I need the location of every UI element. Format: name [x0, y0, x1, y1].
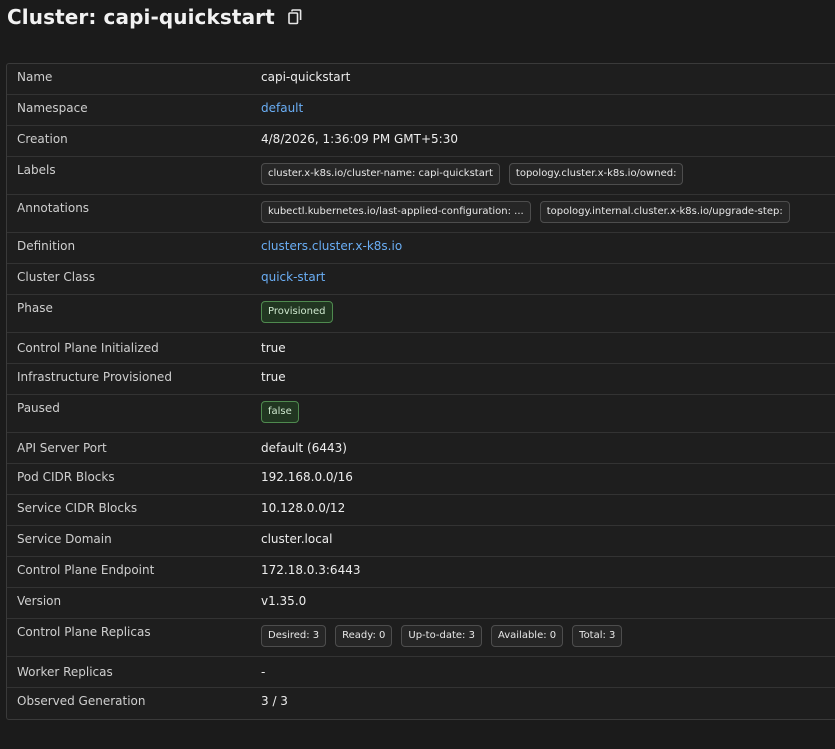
- details-table: Name capi-quickstart Namespace default C…: [6, 63, 835, 720]
- label-chip[interactable]: cluster.x-k8s.io/cluster-name: capi-quic…: [261, 163, 500, 185]
- row-service-cidr: Service CIDR Blocks 10.128.0.0/12: [7, 495, 835, 526]
- labels-label: Labels: [17, 163, 56, 177]
- control-plane-replicas-label: Control Plane Replicas: [17, 625, 151, 639]
- copy-icon[interactable]: [287, 9, 303, 25]
- row-service-domain: Service Domain cluster.local: [7, 526, 835, 557]
- api-server-port-label: API Server Port: [17, 441, 107, 455]
- row-infrastructure-provisioned: Infrastructure Provisioned true: [7, 364, 835, 395]
- annotations-label: Annotations: [17, 201, 90, 215]
- replicas-up-to-date-chip: Up-to-date: 3: [401, 625, 482, 647]
- definition-link[interactable]: clusters.cluster.x-k8s.io: [261, 239, 402, 253]
- row-control-plane-endpoint: Control Plane Endpoint 172.18.0.3:6443: [7, 557, 835, 588]
- paused-status-badge: false: [261, 401, 299, 423]
- row-pod-cidr: Pod CIDR Blocks 192.168.0.0/16: [7, 464, 835, 495]
- row-observed-generation: Observed Generation 3 / 3: [7, 688, 835, 719]
- creation-value: 4/8/2026, 1:36:09 PM GMT+5:30: [261, 132, 458, 146]
- annotation-chip[interactable]: kubectl.kubernetes.io/last-applied-confi…: [261, 201, 531, 223]
- control-plane-endpoint-label: Control Plane Endpoint: [17, 563, 155, 577]
- row-definition: Definition clusters.cluster.x-k8s.io: [7, 233, 835, 264]
- cluster-details-page: Cluster: capi-quickstart Name capi-quick…: [0, 0, 835, 749]
- control-plane-initialized-label: Control Plane Initialized: [17, 341, 159, 355]
- row-name: Name capi-quickstart: [7, 64, 835, 95]
- row-paused: Paused false: [7, 395, 835, 433]
- creation-label: Creation: [17, 132, 68, 146]
- name-value: capi-quickstart: [261, 70, 351, 84]
- row-labels: Labels cluster.x-k8s.io/cluster-name: ca…: [7, 157, 835, 195]
- row-worker-replicas: Worker Replicas -: [7, 657, 835, 688]
- phase-status-badge: Provisioned: [261, 301, 333, 323]
- pod-cidr-label: Pod CIDR Blocks: [17, 470, 115, 484]
- control-plane-endpoint-value: 172.18.0.3:6443: [261, 563, 361, 577]
- service-cidr-value: 10.128.0.0/12: [261, 501, 346, 515]
- row-control-plane-replicas: Control Plane Replicas Desired: 3 Ready:…: [7, 619, 835, 657]
- version-label: Version: [17, 594, 62, 608]
- version-value: v1.35.0: [261, 594, 307, 608]
- namespace-link[interactable]: default: [261, 101, 303, 115]
- row-namespace: Namespace default: [7, 95, 835, 126]
- phase-label: Phase: [17, 301, 53, 315]
- row-cluster-class: Cluster Class quick-start: [7, 264, 835, 295]
- replicas-ready-chip: Ready: 0: [335, 625, 393, 647]
- service-domain-label: Service Domain: [17, 532, 112, 546]
- row-annotations: Annotations kubectl.kubernetes.io/last-a…: [7, 195, 835, 233]
- api-server-port-value: default (6443): [261, 441, 347, 455]
- service-domain-value: cluster.local: [261, 532, 333, 546]
- replicas-total-chip: Total: 3: [572, 625, 623, 647]
- label-chip[interactable]: topology.cluster.x-k8s.io/owned:: [508, 163, 684, 185]
- pod-cidr-value: 192.168.0.0/16: [261, 470, 353, 484]
- row-phase: Phase Provisioned: [7, 295, 835, 333]
- definition-label: Definition: [17, 239, 76, 253]
- paused-label: Paused: [17, 401, 60, 415]
- control-plane-initialized-value: true: [261, 341, 286, 355]
- annotation-chip[interactable]: topology.internal.cluster.x-k8s.io/upgra…: [539, 201, 790, 223]
- observed-generation-label: Observed Generation: [17, 694, 146, 708]
- row-api-server-port: API Server Port default (6443): [7, 433, 835, 464]
- row-creation: Creation 4/8/2026, 1:36:09 PM GMT+5:30: [7, 126, 835, 157]
- name-label: Name: [17, 70, 53, 84]
- title-row: Cluster: capi-quickstart: [7, 0, 303, 34]
- namespace-label: Namespace: [17, 101, 88, 115]
- infrastructure-provisioned-value: true: [261, 370, 286, 384]
- replicas-available-chip: Available: 0: [490, 625, 564, 647]
- worker-replicas-label: Worker Replicas: [17, 665, 113, 679]
- cluster-class-link[interactable]: quick-start: [261, 270, 325, 284]
- service-cidr-label: Service CIDR Blocks: [17, 501, 138, 515]
- infrastructure-provisioned-label: Infrastructure Provisioned: [17, 370, 172, 384]
- page-title: Cluster: capi-quickstart: [7, 5, 275, 29]
- row-control-plane-initialized: Control Plane Initialized true: [7, 333, 835, 364]
- observed-generation-value: 3 / 3: [261, 694, 288, 708]
- row-version: Version v1.35.0: [7, 588, 835, 619]
- cluster-class-label: Cluster Class: [17, 270, 95, 284]
- worker-replicas-value: -: [261, 665, 266, 679]
- replicas-desired-chip: Desired: 3: [261, 625, 327, 647]
